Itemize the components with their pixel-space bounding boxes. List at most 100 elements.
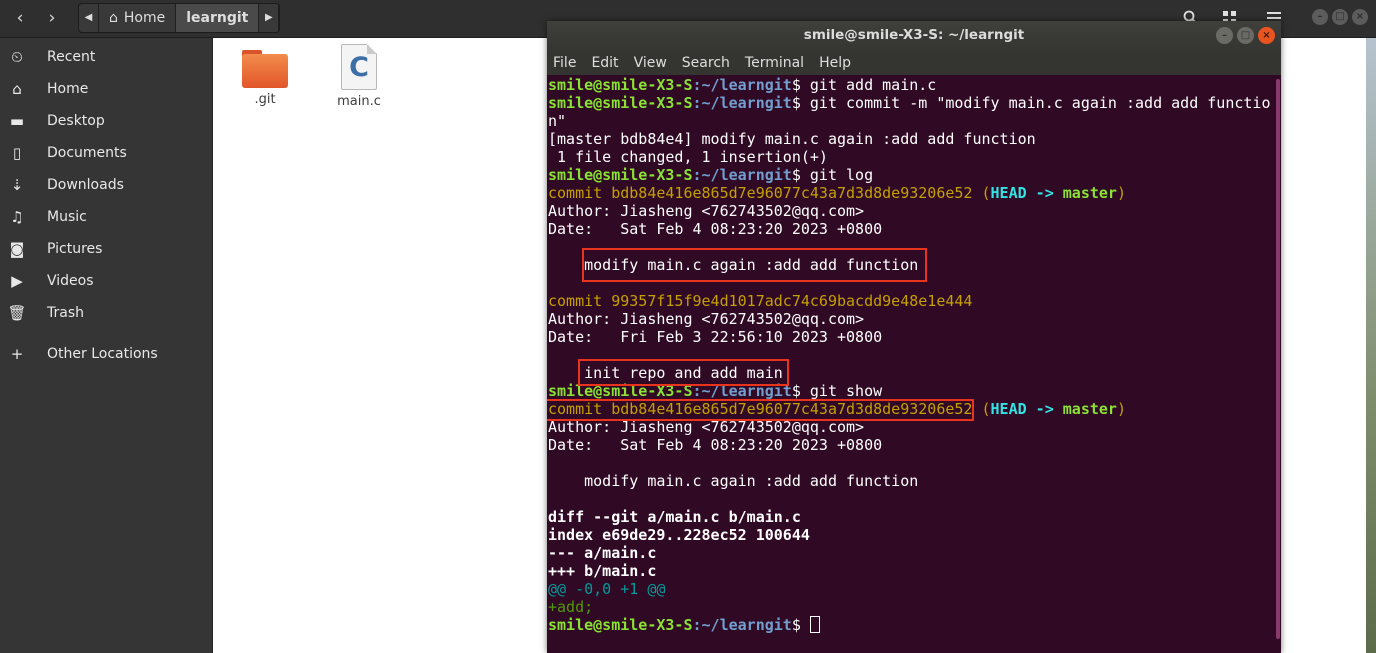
sidebar-item-music[interactable]: ♫ Music	[0, 201, 213, 233]
terminal-line: smile@smile-X3-S:~/learngit$	[548, 616, 820, 634]
terminal-scrollbar[interactable]	[1275, 75, 1281, 653]
terminal-line: Author: Jiasheng <762743502@qq.com>	[548, 310, 865, 328]
sidebar-item-home[interactable]: ⌂ Home	[0, 73, 213, 105]
head-ref: HEAD ->	[990, 184, 1063, 202]
prompt-path: :~/learngit	[692, 166, 792, 184]
pathbar-scroll-left-button[interactable]: ◀	[79, 4, 99, 32]
menu-view[interactable]: View	[634, 55, 667, 71]
terminal-line: commit bdb84e416e865d7e96077c43a7d3d8de9…	[548, 184, 1126, 202]
menu-help[interactable]: Help	[819, 55, 851, 71]
prompt-user: smile@smile-X3-S	[548, 616, 693, 634]
sidebar-item-desktop[interactable]: ▬ Desktop	[0, 105, 213, 137]
document-icon: ▯	[12, 144, 22, 162]
chevron-right-icon: ›	[48, 8, 56, 28]
terminal-line: Author: Jiasheng <762743502@qq.com>	[548, 202, 865, 220]
sidebar-item-videos[interactable]: ▶ Videos	[0, 265, 213, 297]
sidebar-item-trash[interactable]: 🗑 Trash	[0, 297, 213, 329]
prompt-user: smile@smile-X3-S	[548, 166, 693, 184]
command-text: git log	[809, 166, 874, 184]
terminal-output[interactable]: smile@smile-X3-S:~/learngit$ git add mai…	[547, 75, 1275, 653]
pathbar-home-label: Home	[123, 10, 166, 26]
menu-search[interactable]: Search	[682, 55, 730, 71]
terminal-line: Date: Sat Feb 4 08:23:20 2023 +0800	[548, 436, 883, 454]
chevron-left-icon: ‹	[16, 8, 24, 28]
menu-terminal[interactable]: Terminal	[745, 55, 804, 71]
terminal-line: index e69de29..228ec52 100644	[548, 526, 810, 544]
text-cursor	[809, 616, 820, 633]
menu-edit[interactable]: Edit	[591, 55, 618, 71]
head-ref: HEAD ->	[990, 400, 1063, 418]
sidebar-item-label: Documents	[47, 145, 127, 161]
terminal-line: 1 file changed, 1 insertion(+)	[548, 148, 828, 166]
back-button[interactable]: ‹	[4, 4, 36, 32]
file-item-git[interactable]: .git	[220, 50, 310, 107]
window-title: smile@smile-X3-S: ~/learngit	[803, 27, 1025, 43]
trash-icon: 🗑	[7, 304, 27, 322]
sidebar-item-label: Other Locations	[47, 346, 158, 362]
file-name: .git	[254, 92, 276, 107]
menu-file[interactable]: File	[553, 55, 576, 71]
minimize-button[interactable]: –	[1216, 27, 1233, 44]
close-button[interactable]: ×	[1258, 27, 1275, 44]
sidebar-item-downloads[interactable]: ⇣ Downloads	[0, 169, 213, 201]
terminal-line: commit 99357f15f9e4d1017adc74c69bacdd9e4…	[548, 292, 973, 310]
terminal-line: +++ b/main.c	[548, 562, 657, 580]
minimize-button[interactable]: –	[1312, 9, 1328, 25]
prompt-user: smile@smile-X3-S	[548, 76, 693, 94]
highlight-box	[582, 248, 927, 282]
folder-icon	[242, 50, 288, 88]
c-source-file-icon: C	[341, 44, 377, 90]
terminal-window[interactable]: smile@smile-X3-S: ~/learngit – □ × File …	[547, 21, 1281, 653]
pathbar-home-button[interactable]: ⌂ Home	[99, 4, 177, 32]
command-text: git commit -m "modify main.c again :add …	[809, 94, 1271, 112]
file-name: main.c	[337, 94, 381, 109]
music-icon: ♫	[10, 208, 24, 226]
sidebar-item-label: Desktop	[47, 113, 105, 129]
maximize-button[interactable]: □	[1237, 27, 1254, 44]
highlight-box	[578, 359, 789, 386]
terminal-line: @@ -0,0 +1 @@	[548, 580, 666, 598]
maximize-button[interactable]: □	[1332, 9, 1348, 25]
prompt-user: smile@smile-X3-S	[548, 94, 693, 112]
prompt-dollar: $	[791, 94, 810, 112]
file-item-main-c[interactable]: C main.c	[314, 44, 404, 109]
sidebar-item-documents[interactable]: ▯ Documents	[0, 137, 213, 169]
terminal-menubar: File Edit View Search Terminal Help	[547, 50, 1281, 75]
terminal-line: [master bdb84e4] modify main.c again :ad…	[548, 130, 1036, 148]
plus-icon: +	[10, 345, 24, 363]
sidebar-item-label: Videos	[47, 273, 94, 289]
terminal-line: smile@smile-X3-S:~/learngit$ git add mai…	[548, 76, 936, 94]
prompt-dollar: $	[791, 166, 810, 184]
scrollbar-thumb[interactable]	[1276, 79, 1280, 639]
terminal-line: Date: Fri Feb 3 22:56:10 2023 +0800	[548, 328, 883, 346]
forward-button[interactable]: ›	[36, 4, 68, 32]
prompt-dollar: $	[791, 382, 810, 400]
branch-ref: master	[1062, 400, 1117, 418]
sidebar-item-label: Music	[47, 209, 87, 225]
sidebar-item-label: Pictures	[47, 241, 103, 257]
sidebar-item-recent[interactable]: ⏲ Recent	[0, 41, 213, 73]
prompt-path: :~/learngit	[692, 616, 792, 634]
terminal-line: modify main.c again :add add function	[548, 472, 919, 490]
terminal-line: diff --git a/main.c b/main.c	[548, 508, 801, 526]
pathbar-scroll-right-button[interactable]: ▶	[259, 4, 280, 32]
terminal-line: +add;	[548, 598, 594, 616]
sidebar-item-pictures[interactable]: ◙ Pictures	[0, 233, 213, 265]
sidebar-item-label: Downloads	[47, 177, 124, 193]
terminal-titlebar[interactable]: smile@smile-X3-S: ~/learngit – □ ×	[547, 21, 1281, 50]
clock-icon: ⏲	[11, 48, 23, 66]
home-icon: ⌂	[109, 10, 118, 26]
prompt-dollar: $	[791, 76, 810, 94]
places-sidebar: ⏲ Recent ⌂ Home ▬ Desktop ▯ Documents ⇣ …	[0, 38, 213, 653]
close-button[interactable]: ×	[1352, 9, 1368, 25]
sidebar-item-other-locations[interactable]: + Other Locations	[0, 338, 213, 370]
prompt-path: :~/learngit	[692, 76, 792, 94]
camera-icon: ◙	[9, 240, 25, 258]
terminal-line: n"	[548, 112, 567, 130]
prompt-path: :~/learngit	[692, 94, 792, 112]
home-icon: ⌂	[12, 80, 22, 98]
window-controls: – □ ×	[1312, 9, 1368, 25]
video-icon: ▶	[11, 272, 23, 290]
pathbar-current-folder-button[interactable]: learngit	[176, 4, 260, 32]
window-controls: – □ ×	[1216, 27, 1275, 44]
